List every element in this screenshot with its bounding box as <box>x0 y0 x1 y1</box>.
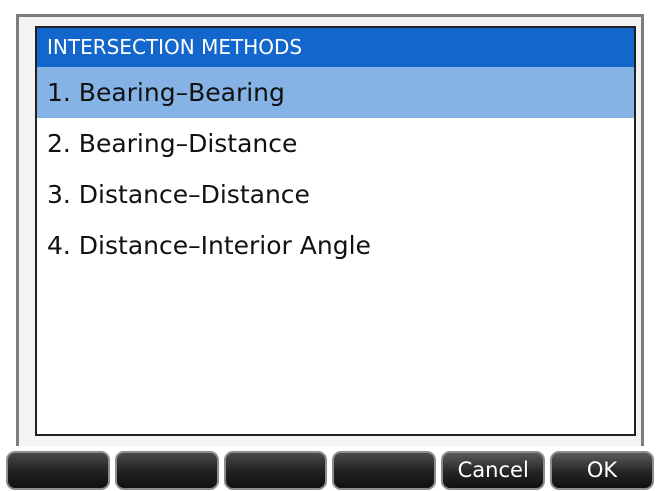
intersection-methods-dialog: INTERSECTION METHODS 1. Bearing–Bearing … <box>35 26 636 436</box>
softkey-bar: Cancel OK <box>0 451 660 491</box>
softkey-3[interactable] <box>223 451 328 490</box>
softkey-4[interactable] <box>332 451 437 490</box>
softkey-1[interactable] <box>6 451 110 490</box>
ok-button[interactable]: OK <box>550 451 654 490</box>
menu-item-bearing-bearing[interactable]: 1. Bearing–Bearing <box>37 67 634 118</box>
menu-item-distance-interior-angle[interactable]: 4. Distance–Interior Angle <box>37 220 634 271</box>
menu-item-distance-distance[interactable]: 3. Distance–Distance <box>37 169 634 220</box>
softkey-2[interactable] <box>114 451 219 490</box>
dialog-title: INTERSECTION METHODS <box>37 28 634 67</box>
menu-item-bearing-distance[interactable]: 2. Bearing–Distance <box>37 118 634 169</box>
cancel-button[interactable]: Cancel <box>441 451 546 490</box>
intersection-methods-list: 1. Bearing–Bearing 2. Bearing–Distance 3… <box>37 67 634 271</box>
